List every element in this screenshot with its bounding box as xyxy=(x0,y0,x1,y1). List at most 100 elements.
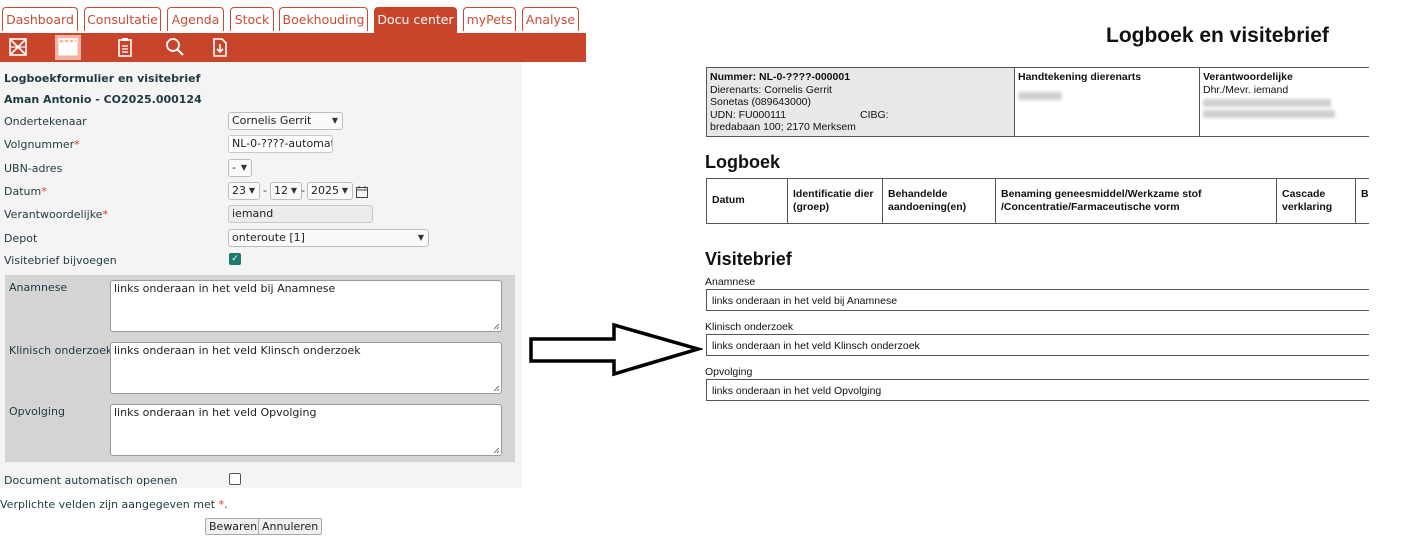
datum-month-select[interactable]: 12 ▼ xyxy=(270,182,302,200)
ondertekenaar-label: Ondertekenaar xyxy=(4,115,87,128)
klinisch-value: links onderaan in het veld Klinsch onder… xyxy=(706,334,1369,356)
form-subtitle: Aman Antonio - CO2025.000124 xyxy=(4,93,202,106)
anamnese-caption: Anamnese xyxy=(705,276,756,288)
required-mark: * xyxy=(74,138,80,151)
ondertekenaar-select[interactable]: Cornelis Gerrit ▼ xyxy=(228,112,343,130)
depot-label: Depot xyxy=(4,232,38,245)
ubn-label: UBN-adres xyxy=(4,162,63,175)
resize-grip-icon[interactable] xyxy=(493,447,500,454)
adres-text: bredabaan 100; 2170 Merksem xyxy=(710,121,856,133)
blurred-signature xyxy=(1018,91,1062,100)
cibg-text: CIBG: xyxy=(860,108,889,121)
logboek-form: Logboekformulier en visitebrief Aman Ant… xyxy=(0,62,522,488)
nummer-text: Nummer: NL-0-????-000001 xyxy=(710,71,851,83)
form-title: Logboekformulier en visitebrief xyxy=(4,72,201,85)
ubn-value: - xyxy=(232,161,236,174)
tab-boekhouding[interactable]: Boekhouding xyxy=(279,7,368,31)
verantwoordelijke-label-text: Verantwoordelijke xyxy=(4,208,103,221)
logboek-table: Datum Identificatie dier (groep) Behande… xyxy=(706,178,1369,224)
datum-day-value: 23 xyxy=(232,184,246,197)
visitebrief-heading: Visitebrief xyxy=(705,249,792,269)
column-header: B V xyxy=(1361,188,1369,200)
docu-toolbar xyxy=(0,33,586,62)
anamnese-label: Anamnese xyxy=(9,281,68,294)
clipboard-icon[interactable] xyxy=(113,36,137,58)
volgnummer-input[interactable]: NL-0-????-automatisch xyxy=(228,135,333,153)
chevron-down-icon: ▼ xyxy=(341,186,348,195)
column-header: Datum xyxy=(707,179,788,223)
opvolging-textarea[interactable]: links onderaan in het veld Opvolging xyxy=(110,404,502,456)
calendar-icon[interactable] xyxy=(356,183,368,202)
visitebrief-checkbox[interactable]: ✓ xyxy=(229,253,241,265)
envelope-x-icon[interactable] xyxy=(6,36,30,58)
opvolging-label: Opvolging xyxy=(9,405,65,418)
depot-select[interactable]: onteroute [1] ▼ xyxy=(228,229,429,247)
opvolging-caption: Opvolging xyxy=(705,366,753,378)
klinisch-textarea[interactable]: links onderaan in het veld Klinsch onder… xyxy=(110,342,502,394)
required-mark: * xyxy=(102,208,108,221)
verantwoordelijke-label: Verantwoordelijke* xyxy=(4,208,108,221)
required-note-end: . xyxy=(224,498,228,511)
verantwoordelijke-input[interactable]: iemand xyxy=(228,205,373,223)
app-window: Dashboard Consultatie Agenda Stock Boekh… xyxy=(0,0,586,544)
datum-month-value: 12 xyxy=(274,184,288,197)
chevron-down-icon: ▼ xyxy=(290,186,297,195)
datum-day-select[interactable]: 23 ▼ xyxy=(228,182,260,200)
logboek-heading: Logboek xyxy=(705,152,780,172)
download-doc-icon[interactable] xyxy=(208,36,232,58)
chevron-down-icon: ▼ xyxy=(331,116,338,125)
verantwoordelijke-cell: Verantwoordelijke Dhr./Mevr. iemand xyxy=(1200,68,1369,136)
tab-mypets[interactable]: myPets xyxy=(463,7,516,31)
datum-label: Datum* xyxy=(4,185,47,198)
blurred-address-line xyxy=(1203,99,1331,107)
film-clapper-icon[interactable] xyxy=(55,35,81,60)
cancel-button[interactable]: Annuleren xyxy=(258,518,323,535)
generated-document: Logboek en visitebrief Nummer: NL-0-????… xyxy=(700,0,1369,544)
anamnese-value: links onderaan in het veld bij Anamnese xyxy=(114,282,336,295)
vet-info-cell: Nummer: NL-0-????-000001 Dierenarts: Cor… xyxy=(707,68,1015,136)
klinisch-label: Klinisch onderzoek xyxy=(9,344,113,357)
ondertekenaar-value: Cornelis Gerrit xyxy=(232,114,312,127)
save-button[interactable]: Bewaren xyxy=(205,518,262,535)
anamnese-value: links onderaan in het veld bij Anamnese xyxy=(706,289,1369,311)
main-tab-bar: Dashboard Consultatie Agenda Stock Boekh… xyxy=(0,0,586,33)
opvolging-value: links onderaan in het veld Opvolging xyxy=(114,406,317,419)
udn-text: UDN: FU000111 xyxy=(710,108,787,121)
date-separator: - xyxy=(263,184,267,197)
document-info-table: Nummer: NL-0-????-000001 Dierenarts: Cor… xyxy=(706,67,1369,137)
chevron-down-icon: ▼ xyxy=(417,233,424,242)
resize-grip-icon[interactable] xyxy=(493,323,500,330)
signature-cell: Handtekening dierenarts xyxy=(1015,68,1200,136)
datum-year-select[interactable]: 2025 ▼ xyxy=(307,182,353,200)
handtekening-heading: Handtekening dierenarts xyxy=(1018,71,1142,83)
klinisch-value: links onderaan in het veld Klinsch onder… xyxy=(114,344,361,357)
auto-open-label: Document automatisch openen xyxy=(4,474,178,487)
tab-analyse[interactable]: Analyse xyxy=(522,7,579,31)
column-header: Cascade verklaring xyxy=(1277,179,1356,223)
anamnese-textarea[interactable]: links onderaan in het veld bij Anamnese xyxy=(110,280,502,332)
column-header: Identificatie dier (groep) xyxy=(788,179,883,223)
verantwoordelijke-heading: Verantwoordelijke xyxy=(1203,71,1293,83)
column-header: Behandelde aandoening(en) xyxy=(883,179,996,223)
required-note-text: Verplichte velden zijn aangegeven met xyxy=(0,498,216,511)
tab-consultatie[interactable]: Consultatie xyxy=(84,7,161,31)
datum-label-text: Datum xyxy=(4,185,42,198)
ubn-select[interactable]: - ▼ xyxy=(228,159,252,177)
chevron-down-icon: ▼ xyxy=(248,186,255,195)
klinisch-caption: Klinisch onderzoek xyxy=(705,321,794,333)
chevron-down-icon: ▼ xyxy=(240,163,247,172)
date-separator: - xyxy=(301,184,305,197)
column-header: Benaming geneesmiddel/Werkzame stof /Con… xyxy=(996,179,1277,223)
dierenarts-text: Dierenarts: Cornelis Gerrit xyxy=(710,83,832,96)
tab-docu-center[interactable]: Docu center xyxy=(374,7,457,33)
opvolging-value: links onderaan in het veld Opvolging xyxy=(706,379,1369,401)
tab-agenda[interactable]: Agenda xyxy=(167,7,224,31)
tab-dashboard[interactable]: Dashboard xyxy=(2,7,78,31)
volgnummer-label: Volgnummer* xyxy=(4,138,80,151)
tab-stock[interactable]: Stock xyxy=(230,7,274,31)
search-icon[interactable] xyxy=(163,36,187,58)
resize-grip-icon[interactable] xyxy=(493,385,500,392)
right-arrow-icon xyxy=(529,322,703,377)
datum-year-value: 2025 xyxy=(311,184,339,197)
auto-open-checkbox[interactable] xyxy=(229,473,241,485)
